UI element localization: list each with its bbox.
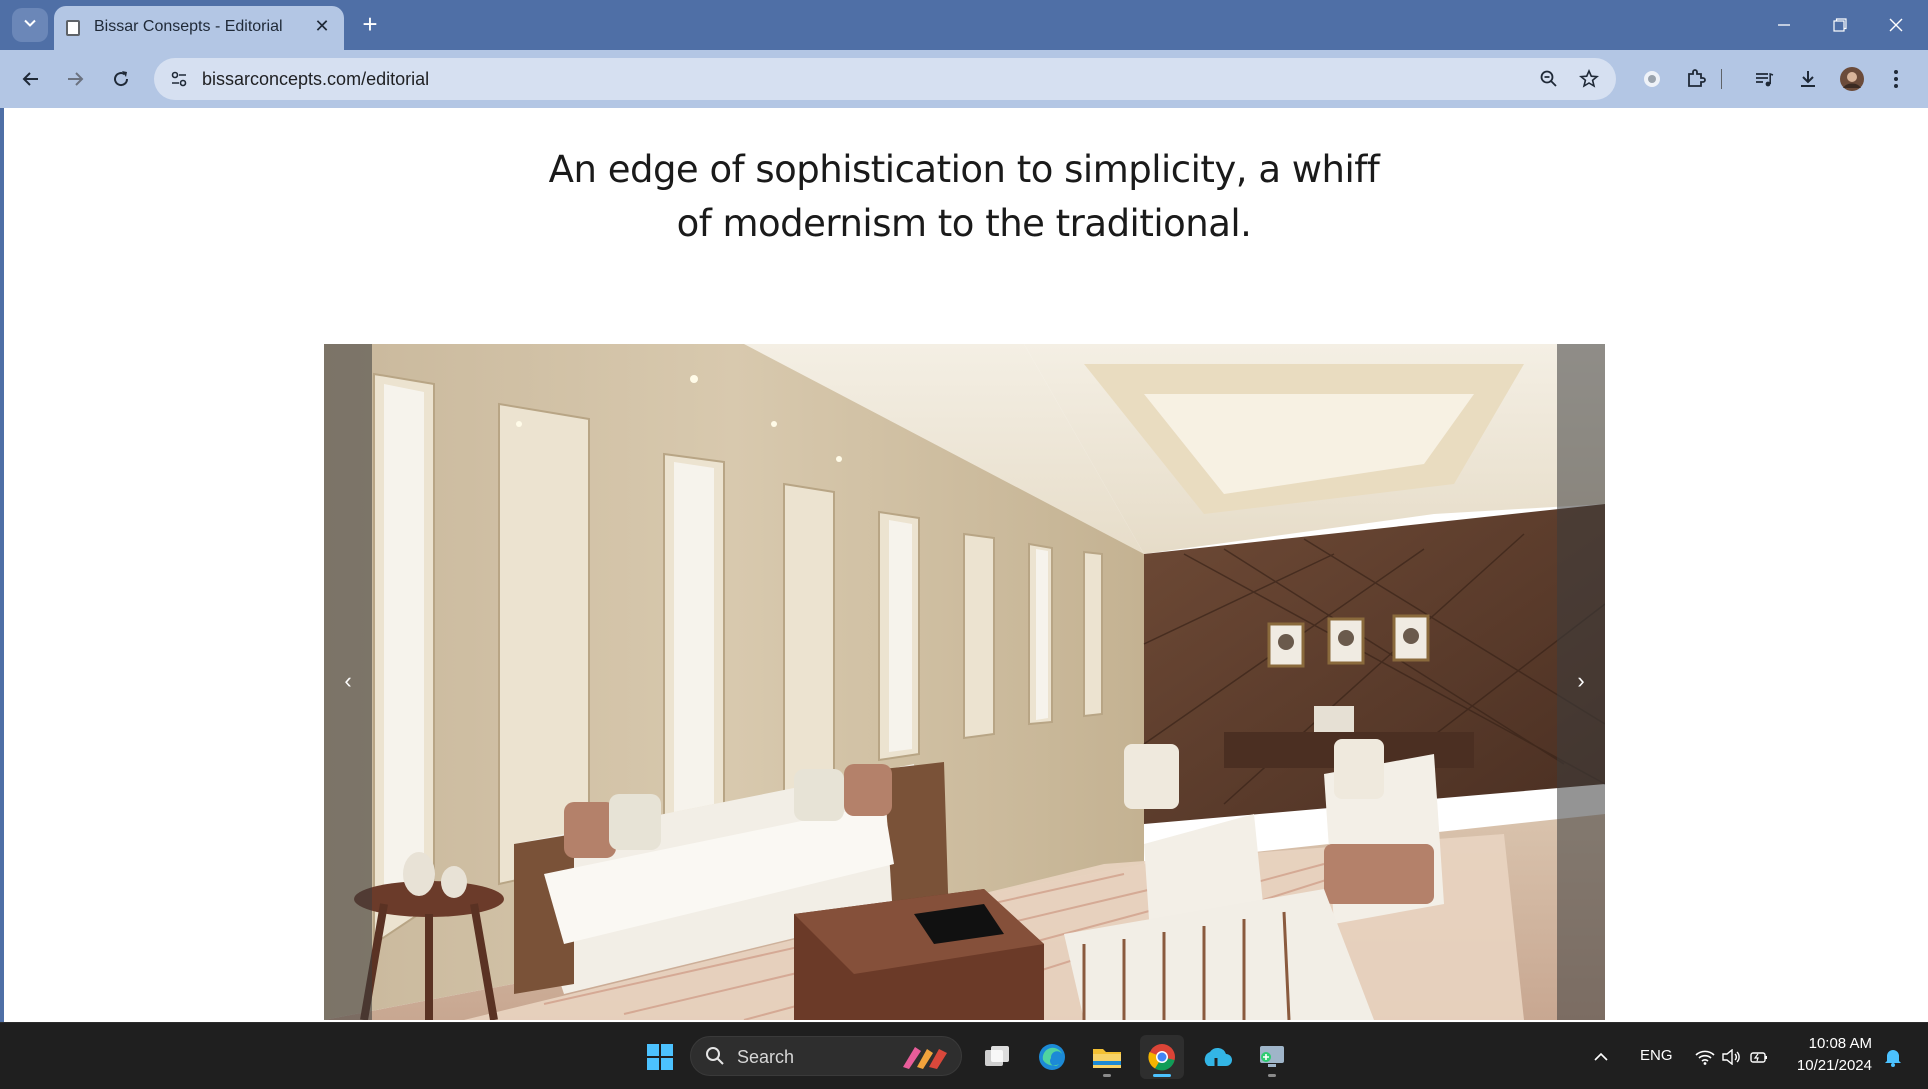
url-text: bissarconcepts.com/editorial <box>202 69 430 89</box>
site-info-icon[interactable] <box>164 64 194 94</box>
new-tab-button[interactable]: + <box>356 9 384 39</box>
taskbar-search[interactable]: Search <box>690 1036 962 1076</box>
next-slide-arrow-icon[interactable]: › <box>1569 668 1593 693</box>
restore-button[interactable] <box>1812 0 1868 50</box>
prev-slide-arrow-icon[interactable]: ‹ <box>336 668 360 693</box>
extension-record-icon[interactable] <box>1636 63 1668 95</box>
profile-avatar[interactable] <box>1836 63 1868 95</box>
task-view-icon[interactable] <box>975 1035 1019 1079</box>
headline-line-1: An edge of sophistication to simplicity,… <box>548 148 1380 191</box>
active-tab[interactable]: Bissar Consepts - Editorial ✕ <box>54 6 344 50</box>
image-carousel[interactable]: ‹ › <box>324 344 1605 1020</box>
toolbar-divider <box>1716 63 1726 95</box>
search-icon <box>705 1046 725 1071</box>
bookmark-star-icon[interactable] <box>1576 66 1602 92</box>
interior-room-photo <box>324 344 1605 1020</box>
chrome-browser-icon[interactable] <box>1140 1035 1184 1079</box>
remote-desktop-icon[interactable] <box>1250 1035 1294 1079</box>
start-button[interactable] <box>638 1035 682 1079</box>
forward-button[interactable] <box>58 62 92 96</box>
search-highlight-icon <box>899 1043 953 1076</box>
search-label: Search <box>737 1047 795 1067</box>
close-window-button[interactable] <box>1868 0 1924 50</box>
notification-bell-icon[interactable] <box>1878 1035 1908 1079</box>
page-icon <box>66 20 80 36</box>
chevron-down-icon <box>23 16 37 35</box>
minimize-button[interactable] <box>1756 0 1812 50</box>
reload-button[interactable] <box>104 62 138 96</box>
zoom-icon[interactable] <box>1536 66 1562 92</box>
wifi-icon[interactable] <box>1692 1035 1718 1079</box>
volume-icon[interactable] <box>1718 1035 1744 1079</box>
extensions-puzzle-icon[interactable] <box>1680 63 1712 95</box>
language-indicator[interactable]: ENG <box>1640 1047 1673 1064</box>
tab-title: Bissar Consepts - Editorial <box>94 18 283 35</box>
close-tab-icon[interactable]: ✕ <box>310 14 334 38</box>
active-indicator <box>1153 1074 1171 1077</box>
clock-date[interactable]: 10/21/2024 <box>1792 1057 1872 1074</box>
windows-taskbar: Search ENG 10:08 AM 10/21/2024 <box>0 1022 1928 1089</box>
page-headline: An edge of sophistication to simplicity,… <box>500 143 1428 251</box>
headline-line-2: of modernism to the traditional. <box>676 202 1252 245</box>
more-menu-icon[interactable] <box>1880 63 1912 95</box>
file-explorer-icon[interactable] <box>1085 1035 1129 1079</box>
media-control-icon[interactable] <box>1748 63 1780 95</box>
download-icon[interactable] <box>1792 63 1824 95</box>
edge-browser-icon[interactable] <box>1030 1035 1074 1079</box>
browser-toolbar: bissarconcepts.com/editorial <box>0 50 1928 108</box>
address-bar[interactable]: bissarconcepts.com/editorial <box>154 58 1616 100</box>
battery-icon[interactable] <box>1746 1035 1772 1079</box>
running-indicator <box>1268 1074 1276 1077</box>
clock-time[interactable]: 10:08 AM <box>1792 1035 1872 1052</box>
window-frame-left <box>0 108 4 1023</box>
browser-tab-bar: Bissar Consepts - Editorial ✕ + <box>0 0 1928 50</box>
show-hidden-icons-chevron-icon[interactable] <box>1586 1035 1616 1079</box>
tab-search-button[interactable] <box>12 8 48 42</box>
cloud-app-icon[interactable] <box>1195 1035 1239 1079</box>
running-indicator <box>1103 1074 1111 1077</box>
back-button[interactable] <box>14 62 48 96</box>
